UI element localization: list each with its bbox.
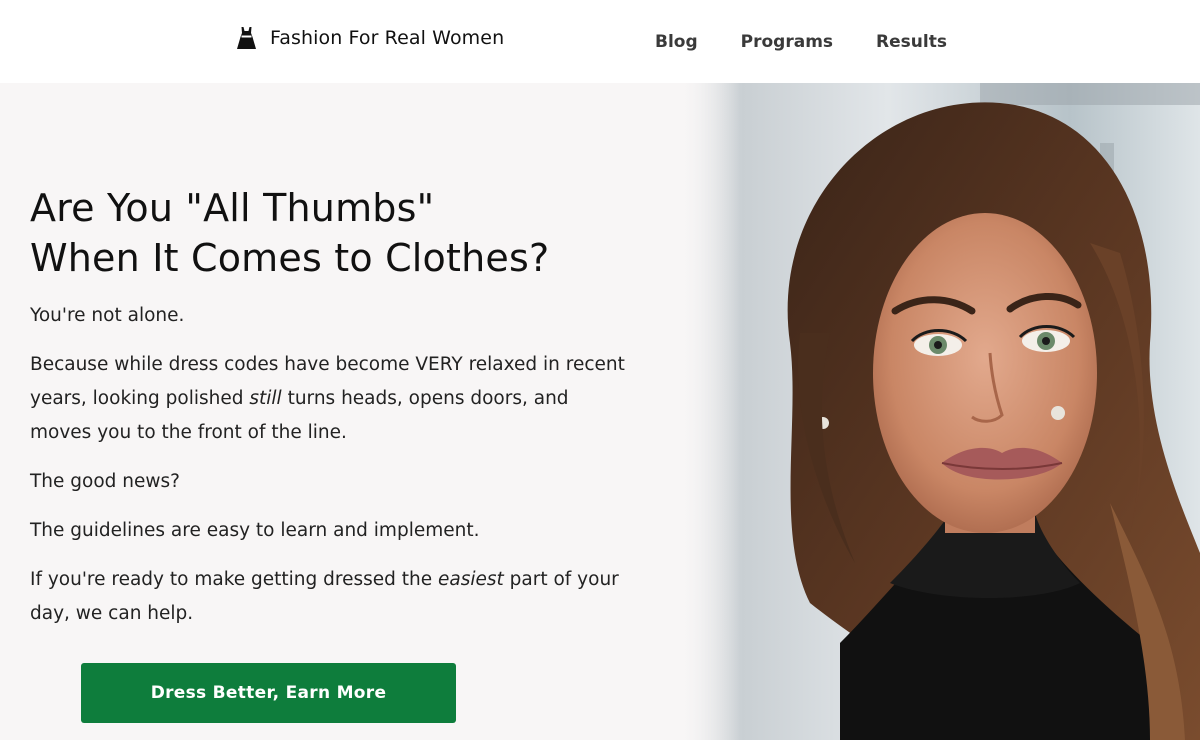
hero-paragraph-3: The good news?	[30, 471, 180, 492]
p5-emphasis: easiest	[437, 569, 504, 590]
woman-portrait-photo	[680, 83, 1200, 740]
hero-text-panel: Are You "All Thumbs" When It Comes to Cl…	[0, 83, 700, 740]
main-nav: Blog Programs Results	[655, 32, 947, 52]
hero-paragraph-1: You're not alone.	[30, 305, 185, 326]
p2-emphasis: still	[249, 388, 282, 409]
hero-paragraph-2: Because while dress codes have become VE…	[30, 348, 630, 450]
headline-line-2: When It Comes to Clothes?	[30, 236, 550, 280]
headline-line-1: Are You "All Thumbs"	[30, 186, 435, 230]
nav-link-blog[interactable]: Blog	[655, 32, 698, 52]
hero-portrait-photo	[680, 83, 1200, 740]
brand-name: Fashion For Real Women	[270, 27, 505, 49]
nav-link-results[interactable]: Results	[876, 32, 947, 52]
hero-headline: Are You "All Thumbs" When It Comes to Cl…	[30, 183, 670, 283]
nav-link-programs[interactable]: Programs	[741, 32, 833, 52]
hero-paragraph-5: If you're ready to make getting dressed …	[30, 563, 630, 631]
site-header: Fashion For Real Women Blog Programs Res…	[0, 0, 1200, 83]
p5-text-a: If you're ready to make getting dressed …	[30, 569, 438, 590]
hero-paragraph-4: The guidelines are easy to learn and imp…	[30, 520, 480, 541]
dress-icon	[237, 27, 256, 49]
cta-dress-better-button[interactable]: Dress Better, Earn More	[81, 663, 456, 723]
brand-logo-link[interactable]: Fashion For Real Women	[236, 26, 504, 50]
